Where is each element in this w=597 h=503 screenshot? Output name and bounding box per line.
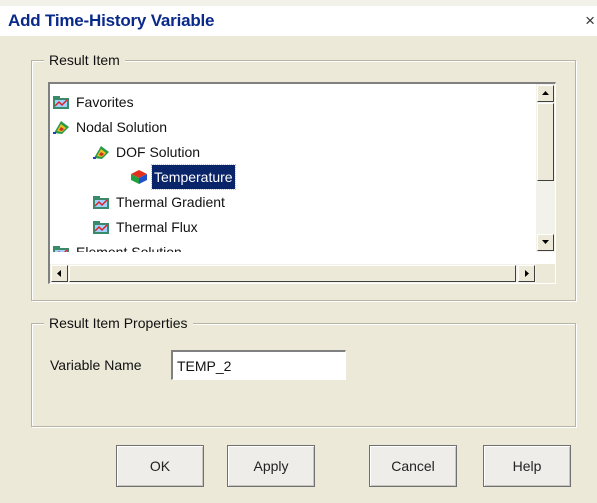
vertical-scroll-thumb[interactable] bbox=[537, 103, 554, 181]
arrow-down-icon bbox=[542, 240, 549, 244]
tree-item-label: Thermal Gradient bbox=[116, 194, 225, 210]
tree-horizontal-scrollbar[interactable] bbox=[50, 264, 537, 283]
scroll-down-button[interactable] bbox=[537, 234, 554, 251]
nodal-solution-icon bbox=[53, 121, 69, 134]
scroll-up-button[interactable] bbox=[537, 85, 554, 102]
arrow-up-icon bbox=[542, 91, 549, 95]
window-title: Add Time-History Variable bbox=[8, 11, 215, 30]
folder-chart-icon bbox=[93, 196, 109, 209]
temperature-cube-icon bbox=[131, 170, 147, 184]
scroll-left-button[interactable] bbox=[51, 265, 68, 282]
folder-chart-icon bbox=[93, 221, 109, 234]
tree-item-label: DOF Solution bbox=[116, 144, 201, 160]
add-time-history-variable-dialog: Add Time-History Variable × Result Item … bbox=[0, 0, 597, 503]
result-item-group-label: Result Item bbox=[44, 51, 125, 69]
close-icon[interactable]: × bbox=[585, 12, 595, 29]
scroll-right-button[interactable] bbox=[518, 265, 535, 282]
help-button[interactable]: Help bbox=[483, 445, 571, 487]
apply-button[interactable]: Apply bbox=[227, 445, 315, 487]
horizontal-scroll-thumb[interactable] bbox=[69, 265, 516, 282]
tree-item-label: Favorites bbox=[76, 94, 134, 110]
tree-item-label: Element Solution bbox=[76, 244, 182, 252]
ok-button[interactable]: OK bbox=[116, 445, 204, 487]
tree-item-label: Nodal Solution bbox=[76, 119, 168, 135]
nodal-solution-icon bbox=[93, 146, 109, 159]
arrow-left-icon bbox=[57, 270, 61, 277]
variable-name-input[interactable] bbox=[171, 350, 346, 380]
variable-name-label: Variable Name bbox=[50, 357, 142, 373]
result-item-properties-group-label: Result Item Properties bbox=[44, 314, 193, 332]
folder-chart-icon bbox=[53, 246, 69, 252]
folder-chart-icon bbox=[53, 96, 69, 109]
arrow-right-icon bbox=[525, 270, 529, 277]
result-item-tree[interactable]: Favorites Nodal Solution DOF Solution Te… bbox=[48, 82, 556, 284]
title-bar[interactable]: Add Time-History Variable × bbox=[0, 6, 597, 36]
tree-item-label: Temperature bbox=[151, 164, 236, 190]
cancel-button[interactable]: Cancel bbox=[369, 445, 457, 487]
scrollbar-corner bbox=[536, 264, 555, 283]
tree-item-label: Thermal Flux bbox=[116, 219, 198, 235]
tree-vertical-scrollbar[interactable] bbox=[536, 84, 555, 252]
tree-viewport: Favorites Nodal Solution DOF Solution Te… bbox=[50, 84, 537, 252]
